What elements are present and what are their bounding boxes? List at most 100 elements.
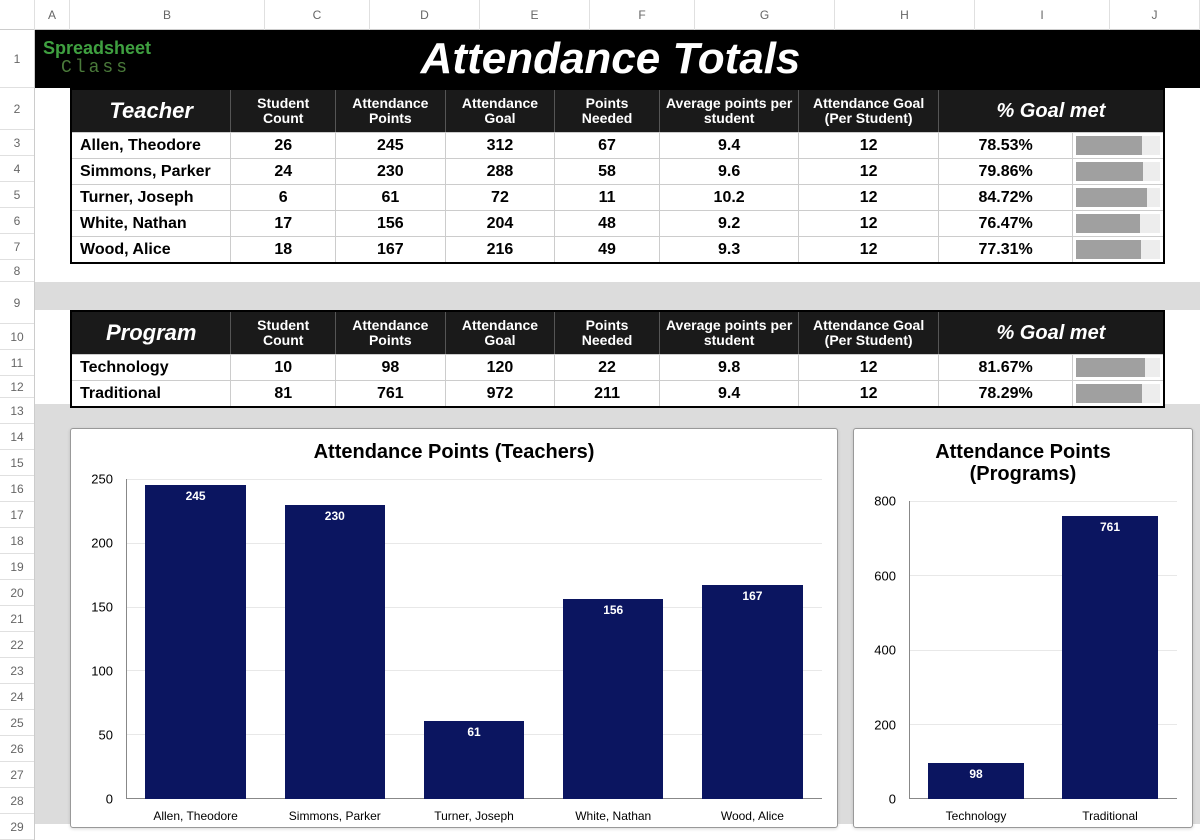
table-cell[interactable]: 11 <box>555 185 660 210</box>
table-cell[interactable]: 58 <box>555 159 660 184</box>
row-header[interactable]: 7 <box>0 234 34 260</box>
row-header[interactable]: 27 <box>0 762 34 788</box>
table-cell[interactable]: 9.8 <box>660 355 799 380</box>
row-header[interactable]: 2 <box>0 88 34 130</box>
table-cell[interactable]: 312 <box>446 133 556 158</box>
row-header[interactable]: 16 <box>0 476 34 502</box>
table-cell[interactable]: 12 <box>799 133 938 158</box>
table-cell[interactable]: 77.31% <box>939 237 1074 262</box>
sparkbar-cell[interactable] <box>1073 159 1163 184</box>
table-cell[interactable]: 24 <box>231 159 336 184</box>
table-row[interactable]: Allen, Theodore26245312679.41278.53% <box>72 132 1163 158</box>
table-cell[interactable]: 12 <box>799 381 938 406</box>
sparkbar-cell[interactable] <box>1073 237 1163 262</box>
table-cell[interactable]: 9.4 <box>660 381 799 406</box>
column-header[interactable]: B <box>70 0 265 30</box>
table-cell[interactable]: 10.2 <box>660 185 799 210</box>
row-header[interactable]: 19 <box>0 554 34 580</box>
table-row[interactable]: Simmons, Parker24230288589.61279.86% <box>72 158 1163 184</box>
chart-bar[interactable]: 98 <box>928 763 1024 800</box>
row-header[interactable]: 25 <box>0 710 34 736</box>
table-cell[interactable]: 9.2 <box>660 211 799 236</box>
row-header[interactable]: 10 <box>0 324 34 350</box>
table-cell[interactable]: 9.6 <box>660 159 799 184</box>
row-header[interactable]: 17 <box>0 502 34 528</box>
sparkbar-cell[interactable] <box>1073 381 1163 406</box>
table-row[interactable]: White, Nathan17156204489.21276.47% <box>72 210 1163 236</box>
column-header[interactable]: A <box>35 0 70 30</box>
chart-bar[interactable]: 156 <box>563 599 663 799</box>
table-cell[interactable]: Allen, Theodore <box>72 133 231 158</box>
programs-chart[interactable]: Attendance Points (Programs) Attendance … <box>853 428 1193 828</box>
table-cell[interactable]: 204 <box>446 211 556 236</box>
table-cell[interactable]: 761 <box>336 381 446 406</box>
row-header[interactable]: 4 <box>0 156 34 182</box>
table-cell[interactable]: 6 <box>231 185 336 210</box>
table-cell[interactable]: Wood, Alice <box>72 237 231 262</box>
table-cell[interactable]: 67 <box>555 133 660 158</box>
row-header[interactable]: 21 <box>0 606 34 632</box>
table-cell[interactable]: 26 <box>231 133 336 158</box>
sparkbar-cell[interactable] <box>1073 211 1163 236</box>
table-cell[interactable]: White, Nathan <box>72 211 231 236</box>
row-header[interactable]: 15 <box>0 450 34 476</box>
table-cell[interactable]: 78.53% <box>939 133 1074 158</box>
table-cell[interactable]: 98 <box>336 355 446 380</box>
row-header[interactable]: 3 <box>0 130 34 156</box>
row-header[interactable]: 22 <box>0 632 34 658</box>
table-cell[interactable]: 167 <box>336 237 446 262</box>
table-cell[interactable]: 245 <box>336 133 446 158</box>
table-cell[interactable]: 84.72% <box>939 185 1074 210</box>
column-header[interactable]: F <box>590 0 695 30</box>
table-row[interactable]: Technology1098120229.81281.67% <box>72 354 1163 380</box>
sparkbar-cell[interactable] <box>1073 133 1163 158</box>
table-cell[interactable]: 9.4 <box>660 133 799 158</box>
column-header[interactable]: D <box>370 0 480 30</box>
teachers-chart[interactable]: Attendance Points (Teachers) 05010015020… <box>70 428 838 828</box>
table-cell[interactable]: 48 <box>555 211 660 236</box>
row-header[interactable]: 5 <box>0 182 34 208</box>
table-cell[interactable]: 22 <box>555 355 660 380</box>
table-cell[interactable]: 120 <box>446 355 556 380</box>
table-cell[interactable]: 76.47% <box>939 211 1074 236</box>
row-header[interactable]: 28 <box>0 788 34 814</box>
column-header[interactable]: J <box>1110 0 1200 30</box>
table-cell[interactable]: 972 <box>446 381 556 406</box>
table-cell[interactable]: 81.67% <box>939 355 1074 380</box>
row-header[interactable]: 11 <box>0 350 34 376</box>
chart-bar[interactable]: 167 <box>702 585 802 799</box>
row-header[interactable]: 23 <box>0 658 34 684</box>
table-cell[interactable]: 17 <box>231 211 336 236</box>
row-header[interactable]: 6 <box>0 208 34 234</box>
table-cell[interactable]: 12 <box>799 355 938 380</box>
table-cell[interactable]: 230 <box>336 159 446 184</box>
column-header[interactable]: C <box>265 0 370 30</box>
column-header[interactable]: I <box>975 0 1110 30</box>
table-cell[interactable]: 12 <box>799 237 938 262</box>
chart-bar[interactable]: 245 <box>145 485 245 799</box>
program-table[interactable]: ProgramStudent CountAttendance PointsAtt… <box>70 310 1165 408</box>
table-cell[interactable]: 12 <box>799 211 938 236</box>
row-header[interactable]: 20 <box>0 580 34 606</box>
table-cell[interactable]: Turner, Joseph <box>72 185 231 210</box>
row-header[interactable]: 8 <box>0 260 34 282</box>
table-cell[interactable]: 49 <box>555 237 660 262</box>
chart-bar[interactable]: 61 <box>424 721 524 799</box>
table-cell[interactable]: 156 <box>336 211 446 236</box>
row-header[interactable]: 29 <box>0 814 34 840</box>
table-cell[interactable]: Traditional <box>72 381 231 406</box>
table-cell[interactable]: 72 <box>446 185 556 210</box>
row-header[interactable]: 24 <box>0 684 34 710</box>
row-header[interactable]: 1 <box>0 30 34 88</box>
row-header[interactable]: 9 <box>0 282 34 324</box>
table-cell[interactable]: 288 <box>446 159 556 184</box>
row-header[interactable]: 12 <box>0 376 34 398</box>
row-header[interactable]: 26 <box>0 736 34 762</box>
table-cell[interactable]: 211 <box>555 381 660 406</box>
table-cell[interactable]: 9.3 <box>660 237 799 262</box>
row-header[interactable]: 14 <box>0 424 34 450</box>
table-row[interactable]: Traditional817619722119.41278.29% <box>72 380 1163 406</box>
table-cell[interactable]: 78.29% <box>939 381 1074 406</box>
column-header[interactable]: E <box>480 0 590 30</box>
table-cell[interactable]: Simmons, Parker <box>72 159 231 184</box>
